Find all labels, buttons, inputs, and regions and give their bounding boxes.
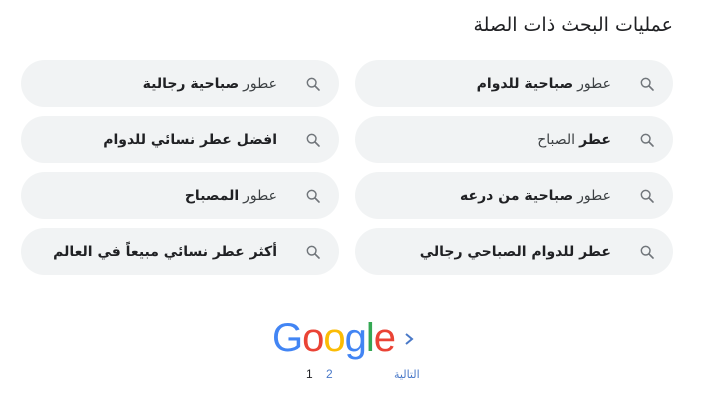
chip-text: عطر الصباح — [537, 132, 611, 148]
related-search-chip[interactable]: أكثر عطر نسائي مبيعاً في العالم — [21, 228, 339, 275]
chip-text: أكثر عطر نسائي مبيعاً في العالم — [53, 244, 277, 260]
logo-letter: e — [373, 316, 396, 360]
logo-letter: o — [302, 316, 324, 360]
related-search-chip[interactable]: عطور صباحية من درعه — [355, 172, 673, 219]
chip-bold: صباحية للدوام — [476, 75, 574, 92]
chip-bold: أكثر عطر نسائي مبيعاً في العالم — [53, 243, 277, 260]
next-page-link[interactable]: التالية — [394, 368, 420, 381]
logo-letter: l — [365, 316, 375, 360]
related-search-chip[interactable]: عطر للدوام الصباحي رجالي — [355, 228, 673, 275]
chip-text: عطور صباحية من درعه — [460, 188, 611, 204]
chip-text: عطر للدوام الصباحي رجالي — [420, 244, 611, 260]
chip-bold: صباحية من درعه — [460, 187, 574, 204]
related-search-chip[interactable]: عطور صباحية رجالية — [21, 60, 339, 107]
chip-prefix: عطور — [577, 187, 611, 204]
chip-prefix: عطور — [243, 75, 277, 92]
logo-letter: G — [272, 316, 303, 360]
chip-bold: عطر — [579, 131, 611, 148]
logo-letter: o — [323, 316, 345, 360]
chip-text: عطور المصباح — [185, 188, 277, 204]
chip-prefix: عطور — [243, 187, 277, 204]
chip-text: عطور صباحية رجالية — [143, 76, 277, 92]
chip-text: افضل عطر نسائي للدوام — [103, 132, 277, 148]
chip-bold: صباحية رجالية — [142, 75, 240, 92]
related-searches-page: عمليات البحث ذات الصلة عطور صباحية للدوا… — [0, 0, 723, 406]
search-icon — [303, 74, 323, 94]
google-pagination-logo: Google — [272, 316, 396, 360]
chip-text: عطور صباحية للدوام — [477, 76, 611, 92]
logo-letter: g — [344, 316, 367, 360]
chip-bold: عطر للدوام الصباحي رجالي — [419, 243, 611, 260]
related-search-chip[interactable]: عطور صباحية للدوام — [355, 60, 673, 107]
search-icon — [303, 242, 323, 262]
related-search-chip[interactable]: عطر الصباح — [355, 116, 673, 163]
search-icon — [637, 74, 657, 94]
chip-bold: افضل عطر نسائي للدوام — [103, 131, 277, 148]
search-icon — [637, 130, 657, 150]
chevron-right-icon[interactable] — [402, 331, 416, 347]
chip-suffix: الصباح — [537, 131, 576, 148]
search-icon — [637, 186, 657, 206]
related-search-chip[interactable]: افضل عطر نسائي للدوام — [21, 116, 339, 163]
related-search-chip[interactable]: عطور المصباح — [21, 172, 339, 219]
chip-bold: المصباح — [184, 187, 240, 204]
page-2-link[interactable]: 2 — [326, 367, 333, 381]
search-icon — [637, 242, 657, 262]
section-title: عمليات البحث ذات الصلة — [473, 14, 673, 36]
search-icon — [303, 130, 323, 150]
page-current: 1 — [306, 367, 313, 381]
search-icon — [303, 186, 323, 206]
chip-prefix: عطور — [577, 75, 611, 92]
